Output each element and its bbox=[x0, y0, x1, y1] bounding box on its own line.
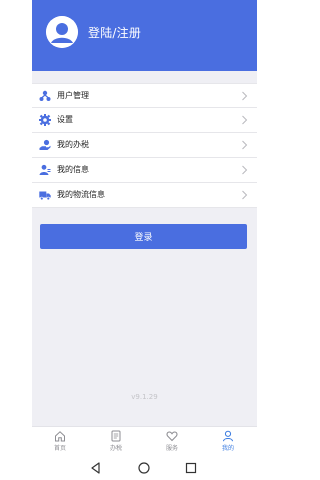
tab-home[interactable]: 首页 bbox=[32, 430, 88, 456]
left-margin bbox=[0, 0, 32, 456]
tab-service[interactable]: 服务 bbox=[144, 430, 200, 456]
menu-item-settings[interactable]: 设置 bbox=[32, 108, 257, 133]
person-icon bbox=[223, 430, 233, 442]
tab-label: 我的 bbox=[221, 445, 234, 452]
menu-label: 我的物流信息 bbox=[57, 190, 105, 199]
tab-mine[interactable]: 我的 bbox=[200, 430, 256, 456]
menu-item-my-logistics[interactable]: 我的物流信息 bbox=[32, 183, 257, 208]
menu-label: 我的信息 bbox=[57, 165, 89, 174]
tab-label: 服务 bbox=[165, 445, 178, 452]
menu-item-my-tax[interactable]: 我的办税 bbox=[32, 133, 257, 158]
login-button[interactable]: 登录 bbox=[40, 224, 247, 249]
chevron-right-icon bbox=[242, 140, 248, 150]
home-circle-icon[interactable] bbox=[137, 461, 151, 475]
chevron-right-icon bbox=[242, 190, 248, 200]
bottom-tab-bar: 首页 办税 服务 我的 bbox=[32, 426, 257, 456]
document-icon bbox=[111, 430, 121, 442]
chevron-right-icon bbox=[242, 165, 248, 175]
truck-icon bbox=[39, 191, 51, 201]
tab-label: 办税 bbox=[109, 445, 122, 452]
menu-item-user-management[interactable]: 用户管理 bbox=[32, 83, 257, 108]
login-register-title[interactable]: 登陆/注册 bbox=[88, 24, 141, 41]
user-info-icon bbox=[39, 164, 51, 175]
avatar-icon[interactable] bbox=[46, 16, 78, 48]
tab-tax[interactable]: 办税 bbox=[88, 430, 144, 456]
menu-label: 设置 bbox=[57, 115, 73, 124]
user-management-icon bbox=[39, 90, 51, 101]
heart-icon bbox=[166, 431, 178, 442]
system-navigation-bar bbox=[0, 456, 288, 480]
profile-header[interactable]: 登陆/注册 bbox=[32, 0, 257, 71]
app-screen: 登陆/注册 用户管理 设置 我的办税 我的信息 我的物流信息 登录 v9.1.2… bbox=[32, 0, 257, 456]
gear-icon bbox=[39, 114, 51, 126]
right-margin bbox=[257, 0, 288, 456]
recents-icon[interactable] bbox=[184, 461, 198, 475]
hand-coin-icon bbox=[39, 139, 51, 150]
settings-menu: 用户管理 设置 我的办税 我的信息 我的物流信息 bbox=[32, 83, 257, 208]
chevron-right-icon bbox=[242, 91, 248, 101]
menu-label: 我的办税 bbox=[57, 140, 89, 149]
back-icon[interactable] bbox=[89, 461, 103, 475]
chevron-right-icon bbox=[242, 115, 248, 125]
version-label: v9.1.29 bbox=[131, 393, 158, 401]
menu-label: 用户管理 bbox=[57, 91, 89, 100]
home-icon bbox=[55, 431, 65, 442]
menu-item-my-info[interactable]: 我的信息 bbox=[32, 158, 257, 183]
tab-label: 首页 bbox=[53, 445, 66, 452]
